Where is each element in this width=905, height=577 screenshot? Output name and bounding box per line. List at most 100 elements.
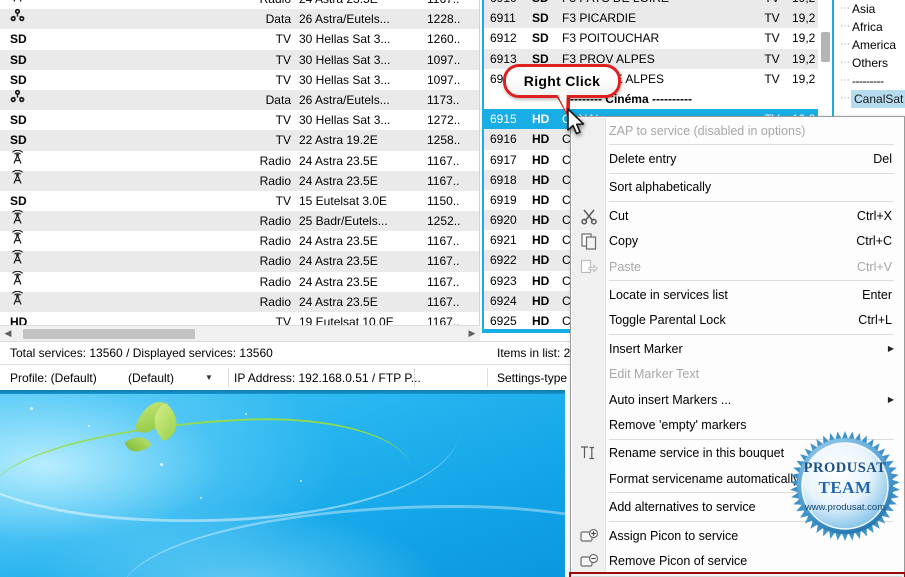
cell-frequency: 1167.. — [427, 254, 460, 269]
scroll-thumb[interactable] — [821, 32, 830, 62]
menu-item[interactable]: Locate in services list Enter — [571, 282, 904, 307]
cell-type — [10, 230, 54, 252]
ip-address-label: IP Address: 192.168.0.51 / FTP P... — [234, 370, 421, 385]
menu-item[interactable]: Copy Ctrl+C — [571, 229, 904, 254]
menu-item[interactable]: Toggle Parental Lock Ctrl+L — [571, 308, 904, 333]
cell-satellite: 25 Badr/Eutels... — [299, 214, 388, 229]
services-horizontal-scrollbar[interactable]: ◀ ▶ — [0, 325, 480, 342]
menu-separator — [609, 334, 894, 336]
table-row[interactable]: Radio24 Astra 23.5E1167.. — [0, 169, 479, 192]
menu-item[interactable]: Remove Picon of service — [571, 548, 904, 573]
radio-service-icon — [10, 0, 26, 4]
table-row[interactable]: Radio24 Astra 23.5E1167.. — [0, 149, 479, 171]
table-row[interactable]: Radio24 Astra 23.5E1167.. — [0, 290, 479, 312]
profile-combo-value[interactable]: (Default) — [128, 365, 174, 390]
radio-service-icon — [10, 290, 26, 307]
radio-service-icon — [10, 149, 26, 166]
table-row[interactable]: Radio24 Astra 23.5E1167.. — [0, 270, 479, 292]
chevron-down-icon[interactable]: ▼ — [205, 365, 213, 390]
cell-number: 6921 — [490, 233, 517, 248]
cell-definition: HD — [532, 152, 550, 167]
cell-frequency: 1167.. — [427, 173, 460, 188]
cell-definition: HD — [532, 132, 550, 147]
table-row[interactable]: Radio24 Astra 23.5E1167.. — [0, 230, 479, 252]
satellite-tree-panel[interactable]: ⋯ Asia ⋯ Africa ⋯ America ⋯ Others ⋯ --------- ⋯ Ca… — [838, 0, 905, 120]
satellite-tree-item[interactable]: ⋯ Others — [838, 54, 905, 72]
cell-kind: TV — [764, 51, 780, 66]
cell-type — [10, 210, 54, 232]
scroll-right-arrow[interactable]: ▶ — [464, 328, 480, 339]
scroll-track[interactable] — [16, 325, 464, 342]
menu-item-label: Insert Marker — [609, 341, 683, 356]
satellite-tree-item[interactable]: ⋯ America — [838, 36, 905, 54]
cell-definition: HD — [532, 172, 550, 187]
cell-frequency: 1260.. — [427, 32, 461, 47]
wallpaper-sparkle — [160, 463, 163, 466]
scroll-thumb[interactable] — [23, 328, 195, 339]
table-row[interactable]: SD TV 30 Hellas Sat 3... 1097.. — [0, 70, 479, 90]
table-row[interactable]: Radio24 Astra 23.5E1167.. — [0, 250, 479, 272]
satellite-tree-item[interactable]: ⋯ CanalSat — [838, 90, 905, 108]
cell-frequency: 1150.. — [427, 193, 460, 208]
cell-frequency: 1258.. — [427, 133, 461, 148]
bouquet-row[interactable]: 6911 SD F3 PICARDIE TV 19,2 — [484, 8, 832, 29]
menu-item[interactable]: Auto insert Markers ... ▶ — [571, 387, 904, 412]
menu-item-label: Cut — [609, 208, 629, 223]
cell-type — [10, 250, 54, 272]
table-row[interactable]: Radio 25 Badr/Eutels... 1252.. — [0, 210, 479, 232]
cell-number: 6917 — [490, 152, 517, 167]
produsat-team-seal: PRODUSAT TEAM www.produsat.com — [789, 430, 901, 542]
wallpaper-sparkle — [200, 497, 202, 499]
table-row[interactable]: SD TV 30 Hellas Sat 3... 1097.. — [0, 49, 479, 70]
cell-type — [10, 8, 54, 30]
cell-kind: TV — [752, 0, 792, 8]
table-row[interactable]: SD TV 15 Eutelsat 3.0E 1150.. — [0, 191, 479, 211]
bouquet-row[interactable]: 6912 SD F3 POITOUCHAR TV 19,2 — [484, 28, 832, 48]
cell-frequency: 1228.. — [427, 12, 461, 27]
cell-type: SD — [10, 29, 54, 49]
menu-item-label: Remove Picon of service — [609, 553, 748, 568]
tree-connector-icon: ⋯ — [840, 93, 851, 104]
cell-service-name: F3 POITOUCHAR — [562, 31, 660, 46]
cell-definition: SD — [532, 31, 549, 46]
divider — [414, 368, 415, 387]
tree-item-label: Asia — [852, 2, 876, 16]
data-service-icon — [10, 89, 26, 105]
table-row[interactable]: Radio24 Astra 23.5E1167.. — [0, 0, 479, 9]
menu-item-shortcut: Del — [873, 152, 892, 167]
cell-type: SD — [10, 70, 54, 90]
cell-type — [10, 169, 54, 192]
table-row[interactable]: Data 26 Astra/Eutels... 1173.. — [0, 89, 479, 111]
scroll-left-arrow[interactable]: ◀ — [0, 328, 16, 339]
table-row[interactable]: SD TV 30 Hellas Sat 3... 1272.. — [0, 110, 479, 130]
menu-item[interactable]: Sort alphabetically — [571, 175, 904, 200]
menu-separator — [609, 144, 894, 146]
menu-item[interactable]: 1:0:1001:0:1000Copy service reference to… — [569, 571, 905, 577]
services-list-grid[interactable]: Radio24 Astra 23.5E1167..Data26 Astra/Eu… — [0, 0, 480, 333]
cell-satellite: 24 Astra 23.5E — [299, 254, 378, 269]
cell-satellite: 30 Hellas Sat 3... — [299, 72, 391, 87]
cell-kind: Radio — [259, 274, 291, 289]
satellite-tree-item[interactable]: ⋯ Africa — [838, 18, 905, 36]
satellite-tree-item[interactable]: ⋯ --------- — [838, 72, 905, 90]
table-row[interactable]: SD TV 30 Hellas Sat 3... 1260.. — [0, 29, 479, 49]
cell-type: SD — [10, 50, 54, 70]
bouquet-row[interactable]: 6910SDF3 PAYS DE LOIRETV19,2 — [484, 0, 832, 9]
table-row[interactable]: Data 26 Astra/Eutels... 1228.. — [0, 8, 479, 30]
radio-service-icon — [10, 230, 26, 246]
tree-connector-icon: ⋯ — [840, 39, 851, 50]
menu-item[interactable]: Delete entry Del — [571, 146, 904, 171]
cell-definition: SD — [532, 0, 562, 8]
divider — [487, 368, 488, 387]
menu-item[interactable]: Insert Marker ▶ — [571, 336, 904, 361]
menu-item-label: Edit Marker Text — [609, 367, 700, 382]
cell-frequency: 1252.. — [427, 214, 461, 229]
cell-definition: HD — [532, 233, 550, 248]
table-row[interactable]: SD TV 22 Astra 19.2E 1258.. — [0, 130, 479, 151]
service-type-label: SD — [10, 72, 27, 87]
menu-item-label: Delete entry — [609, 152, 677, 167]
menu-item[interactable]: Cut Ctrl+X — [571, 203, 904, 228]
cell-kind: Radio — [259, 234, 291, 249]
satellite-tree-item[interactable]: ⋯ Asia — [838, 0, 905, 18]
total-services-label: Total services: 13560 / Displayed servic… — [10, 346, 273, 360]
